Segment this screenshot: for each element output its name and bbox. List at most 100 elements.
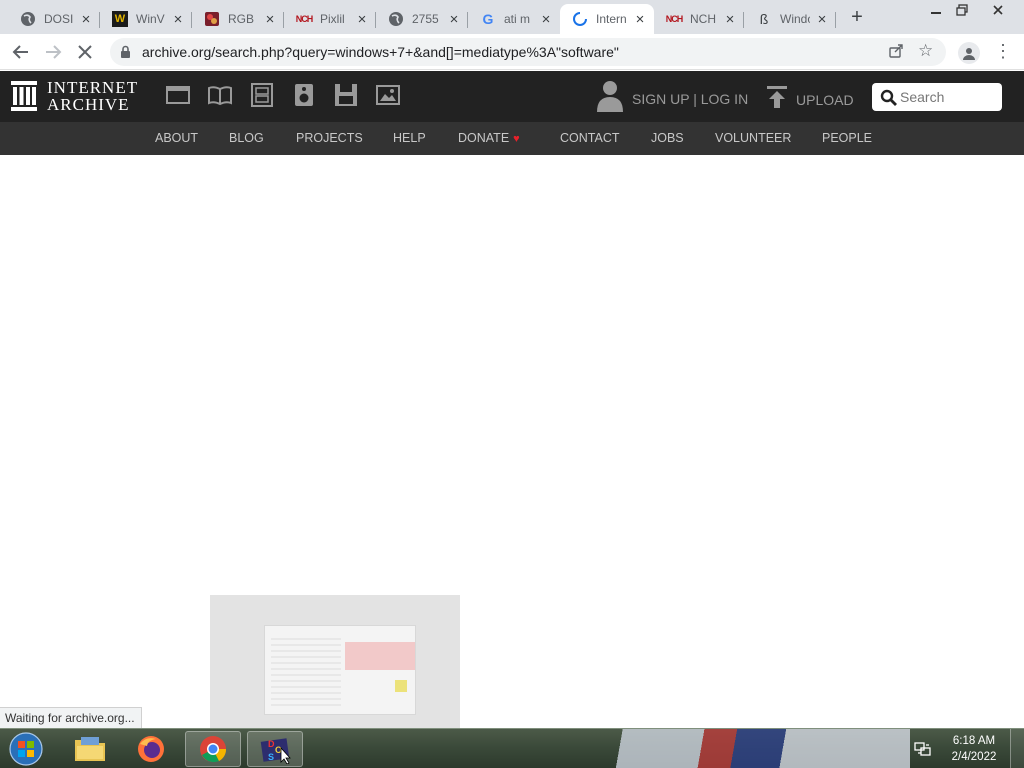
beta-icon: ß <box>759 11 769 27</box>
close-icon[interactable]: × <box>354 11 370 28</box>
tab-dosi[interactable]: DOSI × <box>8 4 100 34</box>
windows-explorer-icon <box>75 737 105 761</box>
tab-windows[interactable]: ß Windo × <box>744 4 836 34</box>
browser-toolbar: archive.org/search.php?query=windows+7+&… <box>0 34 1024 70</box>
close-icon[interactable]: × <box>814 11 830 28</box>
globe-icon <box>388 11 404 27</box>
show-desktop-button[interactable] <box>1010 729 1024 768</box>
stop-icon <box>78 45 92 59</box>
video-icon[interactable] <box>250 83 274 107</box>
tab-pixillion[interactable]: NCH Pixlil × <box>284 4 376 34</box>
window-thumbnail-preview <box>210 595 460 728</box>
person-icon <box>963 48 975 60</box>
nav-volunteer[interactable]: VOLUNTEER <box>715 131 791 145</box>
tab-2755[interactable]: 2755 × <box>376 4 468 34</box>
forward-button[interactable] <box>40 39 66 65</box>
wallpaper-peek <box>590 729 910 768</box>
images-icon[interactable] <box>376 83 400 107</box>
tab-rgb[interactable]: RGB × <box>192 4 284 34</box>
clock-time: 6:18 AM <box>952 735 996 747</box>
tab-title: DOSI <box>44 12 74 26</box>
tab-google-ati[interactable]: G ati m × <box>468 4 560 34</box>
close-icon[interactable]: × <box>722 11 738 28</box>
share-icon[interactable] <box>888 43 904 64</box>
profile-button[interactable] <box>958 42 980 64</box>
close-icon[interactable]: × <box>632 11 648 28</box>
nav-donate-label: DONATE <box>458 131 510 145</box>
status-bubble: Waiting for archive.org... <box>0 707 142 728</box>
svg-text:S: S <box>268 752 274 762</box>
close-icon[interactable]: × <box>78 11 94 28</box>
close-icon[interactable]: × <box>446 11 462 28</box>
firefox-icon <box>138 736 164 762</box>
texts-icon[interactable] <box>208 83 232 107</box>
close-window-button[interactable] <box>984 0 1012 20</box>
nav-projects[interactable]: PROJECTS <box>296 131 363 145</box>
archive-wordmark[interactable]: INTERNET ARCHIVE <box>47 79 138 113</box>
tab-title: 2755 <box>412 12 439 26</box>
nav-people[interactable]: PEOPLE <box>822 131 872 145</box>
brand-line-1: INTERNET <box>47 78 139 97</box>
close-icon[interactable]: × <box>262 11 278 28</box>
software-icon[interactable] <box>334 83 358 107</box>
nav-jobs[interactable]: JOBS <box>651 131 684 145</box>
new-tab-button[interactable]: + <box>846 6 868 28</box>
taskbar-explorer[interactable] <box>62 731 118 767</box>
archive-building-icon[interactable] <box>10 80 38 117</box>
nch-icon: NCH <box>295 14 314 24</box>
brand-line-2: ARCHIVE <box>47 95 130 114</box>
tab-title: RGB <box>228 12 255 26</box>
taskbar-firefox[interactable] <box>123 731 179 767</box>
globe-icon <box>20 11 36 27</box>
upload-label: UPLOAD <box>796 91 854 108</box>
google-icon: G <box>482 11 494 27</box>
taskbar-chrome[interactable] <box>185 731 241 767</box>
web-icon[interactable] <box>166 83 190 107</box>
start-button[interactable] <box>6 731 46 767</box>
thumbnail-detail <box>345 642 415 670</box>
rgb-app-icon <box>204 11 220 27</box>
search-icon <box>880 89 897 111</box>
restore-button[interactable] <box>952 0 972 20</box>
heart-icon: ♥ <box>513 133 520 145</box>
system-clock[interactable]: 6:18 AM 2/4/2022 <box>946 733 1002 765</box>
lock-icon <box>120 45 131 64</box>
close-icon[interactable]: × <box>538 11 554 28</box>
page-content-loading <box>0 155 1024 728</box>
upload-link[interactable]: UPLOAD <box>766 85 854 114</box>
nav-blog[interactable]: BLOG <box>229 131 264 145</box>
stop-loading-button[interactable] <box>72 39 98 65</box>
tab-title: ati m <box>504 12 531 26</box>
dosbox-icon: DOS <box>260 738 291 764</box>
forward-arrow-icon <box>46 45 62 59</box>
clock-date: 2/4/2022 <box>951 751 997 763</box>
archive-search[interactable] <box>872 83 1002 111</box>
minimize-button[interactable] <box>926 0 946 20</box>
signup-login-link[interactable]: SIGN UP | LOG IN <box>596 79 748 118</box>
tab-title: Intern <box>596 12 627 26</box>
nav-contact[interactable]: CONTACT <box>560 131 620 145</box>
bookmark-star-icon[interactable]: ☆ <box>918 41 933 61</box>
nav-donate[interactable]: DONATE ♥ <box>458 131 520 145</box>
close-icon <box>993 5 1003 15</box>
media-type-icons <box>166 83 400 107</box>
nch-icon: NCH <box>665 14 684 24</box>
audio-icon[interactable] <box>292 83 316 107</box>
search-input[interactable] <box>900 87 996 107</box>
url-text: archive.org/search.php?query=windows+7+&… <box>142 44 619 60</box>
restore-icon <box>956 4 968 16</box>
back-button[interactable] <box>8 39 34 65</box>
tab-nch[interactable]: NCH NCH × <box>654 4 744 34</box>
nav-about[interactable]: ABOUT <box>155 131 198 145</box>
nav-help[interactable]: HELP <box>393 131 426 145</box>
archive-topbar: INTERNET ARCHIVE SIGN UP | LOG IN UPLOAD… <box>0 71 1024 122</box>
thumbnail-window <box>264 625 416 715</box>
close-icon[interactable]: × <box>170 11 186 28</box>
tab-internet-archive[interactable]: Intern × <box>560 4 654 34</box>
tab-title: Windo <box>780 12 810 26</box>
network-icon[interactable] <box>914 741 932 762</box>
address-bar[interactable]: archive.org/search.php?query=windows+7+&… <box>110 38 946 66</box>
tab-winworld[interactable]: W WinV × <box>100 4 192 34</box>
taskbar-dosbox[interactable]: DOS <box>247 731 303 767</box>
browser-menu-button[interactable]: ⋮ <box>994 41 1012 61</box>
